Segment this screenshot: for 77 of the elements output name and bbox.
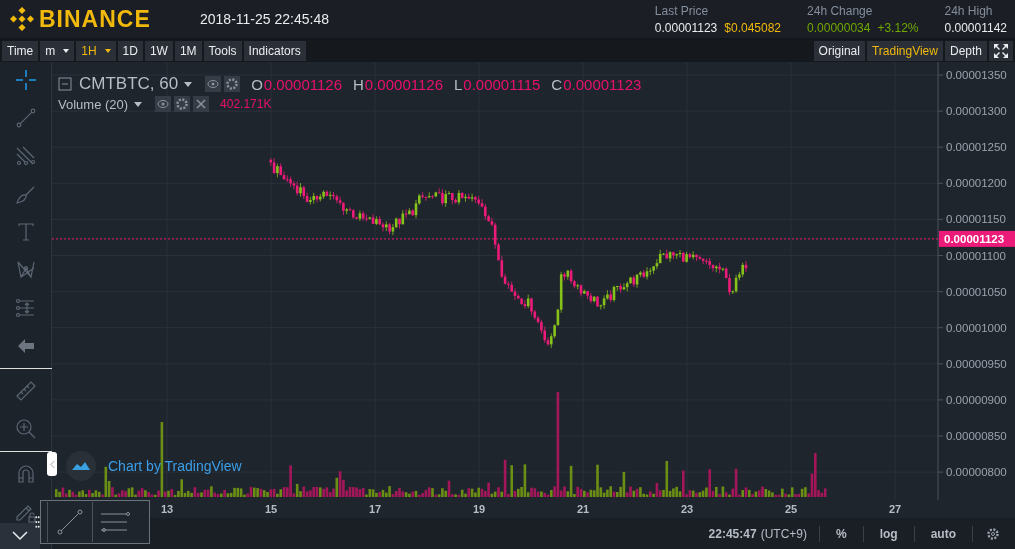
toolbar-button[interactable]: Indicators	[243, 41, 306, 61]
ohlc-value: 0.00001126	[263, 75, 342, 93]
stat-value: 0.00000034	[807, 20, 871, 35]
crosshair-icon[interactable]	[13, 68, 38, 92]
logo-icon	[10, 7, 34, 31]
view-tab[interactable]: TradingView	[866, 41, 943, 61]
scale-button[interactable]: auto	[926, 526, 960, 541]
date-label: 27	[888, 503, 902, 515]
cloud-logo-icon[interactable]	[66, 451, 96, 481]
stat-extra: $0.045082	[724, 20, 782, 35]
date-label: 17	[368, 503, 382, 515]
settings-icon[interactable]	[174, 96, 191, 112]
date-label: 23	[680, 503, 694, 515]
expand-button[interactable]	[0, 523, 40, 549]
price-label: 0.00001100	[946, 249, 1006, 262]
stat-label: 24h High	[944, 3, 994, 18]
price-label: 0.00000850	[946, 430, 1007, 442]
price-label: 0.00001000	[946, 321, 1007, 334]
price-label: 0.00001200	[946, 177, 1007, 190]
price-label: 0.00001250	[946, 141, 1007, 154]
ohlc-value: 0.00001126	[364, 75, 443, 93]
ohlc-key: O	[251, 75, 263, 93]
collapse-icon[interactable]	[58, 77, 72, 91]
ohlc-value: 0.00001123	[563, 75, 642, 93]
drag-handle-icon[interactable]	[35, 516, 40, 528]
stat-label: 24h Change	[807, 3, 874, 18]
settings-icon[interactable]	[985, 525, 1001, 542]
date-label: 13	[160, 503, 174, 515]
toolbar-button[interactable]: Tools	[203, 41, 242, 61]
toolbar-button[interactable]: 1D	[117, 41, 143, 61]
price-label: 0.00000950	[946, 357, 1007, 370]
date-label: 15	[264, 503, 278, 515]
price-label: 0.00001350	[946, 69, 1007, 81]
price-label: 0.00001050	[946, 285, 1007, 298]
price-label: 0.00000900	[946, 393, 1007, 406]
toolbar-button[interactable]: Time	[2, 41, 39, 61]
zoom-in-icon[interactable]	[13, 417, 38, 441]
stat-value: 0.00001123	[654, 20, 718, 35]
price-label: 0.00000800	[946, 466, 1007, 479]
timezone-label: (UTC+9)	[760, 526, 807, 541]
current-price-badge: 0.00001123	[939, 230, 1015, 247]
scale-button[interactable]: %	[832, 526, 851, 541]
price-label: 0.00001150	[946, 213, 1006, 226]
ohlc-key: L	[454, 75, 463, 93]
stat-label: Last Price	[654, 3, 710, 18]
close-icon[interactable]	[193, 96, 210, 112]
toolbar-button[interactable]: 1M	[174, 41, 202, 61]
toolbar-button[interactable]: 1H	[76, 41, 116, 61]
eye-icon[interactable]	[205, 76, 222, 92]
toolbar-button[interactable]: m	[40, 41, 75, 61]
symbol-title[interactable]: CMTBTC, 60	[79, 74, 179, 94]
volume-title[interactable]: Volume (20)	[58, 96, 129, 112]
stat-extra: +3.12%	[877, 20, 919, 35]
view-tab[interactable]: Depth	[944, 41, 987, 61]
date-label: 19	[472, 503, 486, 515]
caret-icon[interactable]	[134, 101, 143, 107]
fullscreen-button[interactable]	[989, 41, 1013, 61]
brand-name: BINANCE	[39, 5, 151, 33]
settings-icon[interactable]	[224, 76, 241, 92]
eye-icon[interactable]	[155, 96, 172, 112]
chevron-down-icon	[12, 531, 28, 541]
attribution-link[interactable]: Chart by TradingView	[108, 458, 242, 474]
view-tab[interactable]: Original	[813, 41, 865, 61]
stat-value: 0.00001142	[944, 20, 1007, 35]
toolbar-button[interactable]: 1W	[144, 41, 173, 61]
caret-icon[interactable]	[184, 81, 193, 87]
clock-time: 22:45:47	[708, 526, 757, 541]
volume-value: 402.171K	[220, 97, 272, 111]
scale-button[interactable]: log	[875, 526, 902, 541]
date-label: 21	[576, 503, 590, 515]
price-label: 0.00001300	[946, 105, 1007, 118]
date-time: 2018-11-25 22:45:48	[200, 11, 329, 27]
collapse-handle[interactable]	[47, 452, 57, 476]
ohlc-key: C	[551, 75, 563, 93]
ohlc-key: H	[353, 75, 364, 93]
ohlc-value: 0.00001115	[463, 75, 541, 93]
date-label: 25	[784, 503, 798, 515]
